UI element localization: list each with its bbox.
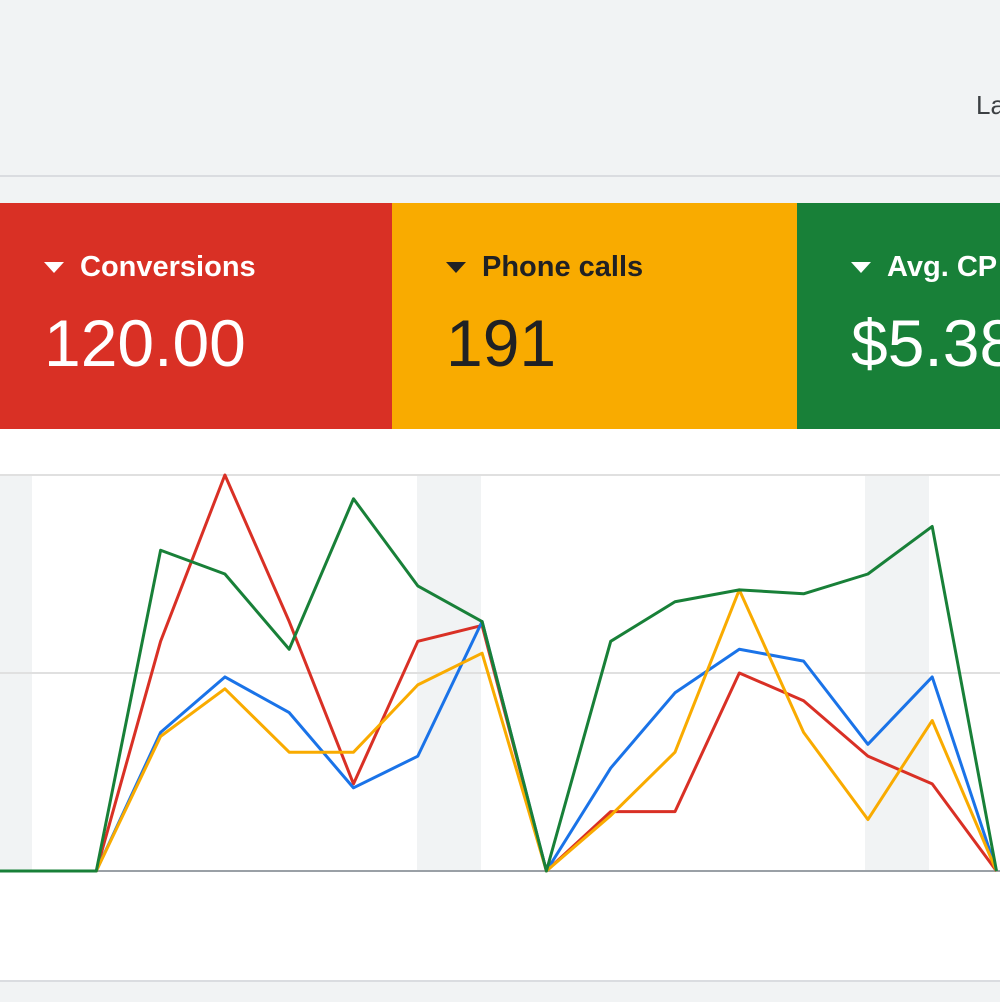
scorecard-metric-name: Conversions <box>80 251 256 283</box>
line-chart <box>0 473 1000 873</box>
scorecard-value: 191 <box>446 306 557 380</box>
scorecard-title[interactable]: Phone calls <box>446 251 643 284</box>
top-bar: La <box>0 0 1000 177</box>
scorecard-phone-calls[interactable]: Phone calls 191 <box>392 203 797 429</box>
bottom-strip <box>0 980 1000 1002</box>
scorecard-conversions[interactable]: Conversions 120.00 <box>0 203 392 429</box>
scorecard-title[interactable]: Conversions <box>44 251 256 284</box>
scorecard-row: Conversions 120.00 Phone calls 191 Avg. … <box>0 203 1000 429</box>
scorecard-metric-name: Phone calls <box>482 251 644 283</box>
date-range-label[interactable]: La <box>976 90 1000 121</box>
series-line-2 <box>0 588 998 873</box>
scorecard-title[interactable]: Avg. CP <box>851 251 997 284</box>
caret-down-icon <box>851 262 871 273</box>
caret-down-icon <box>446 262 466 273</box>
scorecard-value: 120.00 <box>44 306 246 380</box>
scorecard-metric-name: Avg. CP <box>887 251 998 283</box>
scorecard-value: $5.38 <box>851 306 1000 380</box>
series-line-1 <box>0 620 998 873</box>
scorecard-avg-cpc[interactable]: Avg. CP $5.38 <box>797 203 1000 429</box>
performance-chart[interactable] <box>0 429 1000 980</box>
caret-down-icon <box>44 262 64 273</box>
